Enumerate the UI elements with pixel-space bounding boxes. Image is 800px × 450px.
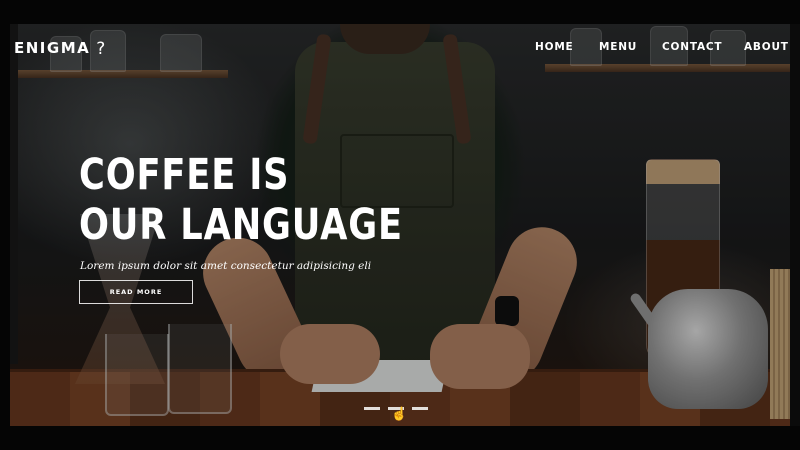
nav-menu-link[interactable]: MENU bbox=[599, 41, 637, 53]
slider-dot-3[interactable] bbox=[412, 407, 428, 410]
nav-contact-link[interactable]: CONTACT bbox=[662, 41, 722, 53]
nav-home-link[interactable]: HOME bbox=[535, 41, 574, 53]
slider-dot-1[interactable] bbox=[364, 407, 380, 410]
letterbox-bottom bbox=[0, 426, 800, 450]
main-nav: HOME MENU CONTACT ABOUT bbox=[10, 41, 790, 57]
hand-pointer-cursor-icon: ☝ bbox=[391, 406, 408, 421]
nav-about-link[interactable]: ABOUT bbox=[744, 41, 789, 53]
hero-headline-line-1: COFFEE IS bbox=[79, 150, 290, 200]
letterbox-top bbox=[0, 0, 800, 24]
hero-section: ENIGMA? HOME MENU CONTACT ABOUT COFFEE I… bbox=[10, 24, 790, 426]
hero-tagline: Lorem ipsum dolor sit amet consectetur a… bbox=[80, 259, 372, 272]
hero-headline-line-2: OUR LANGUAGE bbox=[79, 200, 403, 250]
page-edge bbox=[790, 24, 800, 426]
read-more-button[interactable]: READ MORE bbox=[79, 280, 193, 304]
hero-headline: COFFEE IS OUR LANGUAGE bbox=[79, 150, 403, 250]
